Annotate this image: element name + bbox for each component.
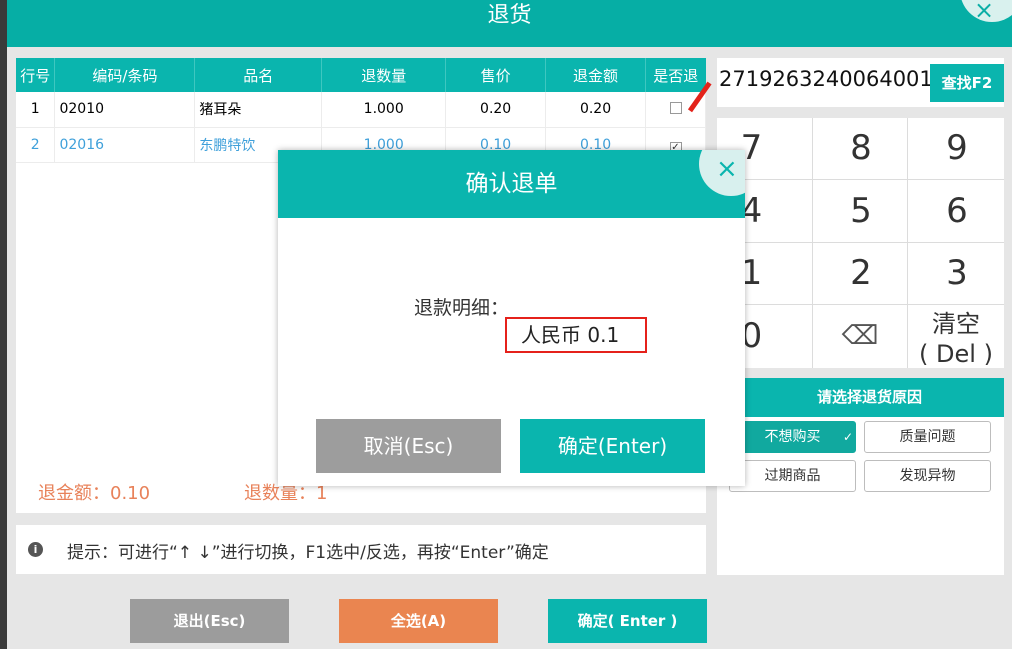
window-titlebar: 退货 × bbox=[7, 0, 1012, 47]
items-table: 行号 编码/条码 品名 退数量 售价 退金额 是否退 1 02010 猪耳朵 1… bbox=[16, 58, 706, 163]
key-5[interactable]: 5 bbox=[813, 180, 907, 242]
hint-panel: i 提示：可进行“↑ ↓”进行切换，F1选中/反选，再按“Enter”确定 bbox=[16, 525, 706, 574]
window-title: 退货 bbox=[487, 3, 532, 28]
find-button[interactable]: 查找F2 bbox=[930, 64, 1004, 102]
key-3[interactable]: 3 bbox=[908, 243, 1004, 304]
reason-quality[interactable]: 质量问题 bbox=[864, 421, 991, 453]
key-clear[interactable]: 清空 ( Del ) bbox=[908, 305, 1004, 368]
col-header-qty: 退数量 bbox=[321, 58, 447, 92]
numeric-keypad: 7 8 9 4 5 6 1 2 3 0 ⌫ 清空 ( Del ) bbox=[717, 118, 1004, 368]
reason-foreign-object[interactable]: 发现异物 bbox=[864, 460, 991, 492]
return-window: 退货 × 行号 编码/条码 品名 退数量 售价 退金额 是否退 1 02010 bbox=[7, 0, 1012, 649]
reason-expired[interactable]: 过期商品 bbox=[729, 460, 856, 492]
confirm-return-dialog: 确认退单 × 退款明细： 人民币 0.1 取消(Esc) 确定(Enter) bbox=[278, 150, 745, 486]
select-all-button[interactable]: 全选(A) bbox=[339, 599, 498, 643]
reason-label: 不想购买 bbox=[764, 429, 821, 445]
hint-text: 提示：可进行“↑ ↓”进行切换，F1选中/反选，再按“Enter”确定 bbox=[67, 543, 549, 563]
window-close-button[interactable]: × bbox=[960, 0, 1012, 22]
key-9[interactable]: 9 bbox=[908, 118, 1004, 179]
dialog-cancel-button[interactable]: 取消(Esc) bbox=[316, 419, 501, 473]
cell-code: 02016 bbox=[54, 127, 196, 163]
confirm-button[interactable]: 确定( Enter ) bbox=[548, 599, 707, 643]
col-header-return: 是否退 bbox=[645, 58, 706, 92]
close-icon: × bbox=[716, 154, 738, 184]
cell-no: 2 bbox=[16, 127, 56, 163]
clear-label: 清空 bbox=[932, 310, 980, 338]
return-amount-summary: 退金额：0.10 bbox=[38, 483, 151, 504]
reason-title: 请选择退货原因 bbox=[735, 378, 1004, 417]
cell-price: 0.20 bbox=[445, 92, 547, 128]
return-checkbox[interactable] bbox=[669, 102, 682, 115]
col-header-no: 行号 bbox=[16, 58, 56, 92]
refund-amount: 人民币 0.1 bbox=[505, 317, 647, 353]
close-icon: × bbox=[974, 0, 995, 24]
cell-no: 1 bbox=[16, 92, 56, 128]
key-6[interactable]: 6 bbox=[908, 180, 1004, 242]
table-row[interactable]: 1 02010 猪耳朵 1.000 0.20 0.20 bbox=[16, 92, 706, 128]
col-header-name: 品名 bbox=[194, 58, 323, 92]
backspace-icon: ⌫ bbox=[841, 321, 879, 351]
cell-code: 02010 bbox=[54, 92, 196, 128]
cell-amount: 0.20 bbox=[545, 92, 646, 128]
col-header-code: 编码/条码 bbox=[54, 58, 196, 92]
check-icon: ✓ bbox=[842, 430, 853, 444]
cell-name: 猪耳朵 bbox=[194, 92, 323, 128]
key-2[interactable]: 2 bbox=[813, 243, 907, 304]
dialog-title: 确认退单 bbox=[278, 150, 745, 218]
key-8[interactable]: 8 bbox=[813, 118, 907, 179]
info-icon: i bbox=[28, 542, 43, 557]
exit-button[interactable]: 退出(Esc) bbox=[130, 599, 289, 643]
cell-qty: 1.000 bbox=[321, 92, 447, 128]
col-header-price: 售价 bbox=[445, 58, 547, 92]
key-backspace[interactable]: ⌫ bbox=[813, 305, 907, 368]
col-header-amount: 退金额 bbox=[545, 58, 646, 92]
clear-shortcut: ( Del ) bbox=[919, 340, 993, 368]
reason-not-wanted[interactable]: 不想购买 ✓ bbox=[729, 421, 856, 453]
refund-detail-label: 退款明细： bbox=[414, 297, 510, 319]
dialog-ok-button[interactable]: 确定(Enter) bbox=[520, 419, 705, 473]
barcode-input[interactable]: 27192632400640013 bbox=[719, 67, 946, 91]
